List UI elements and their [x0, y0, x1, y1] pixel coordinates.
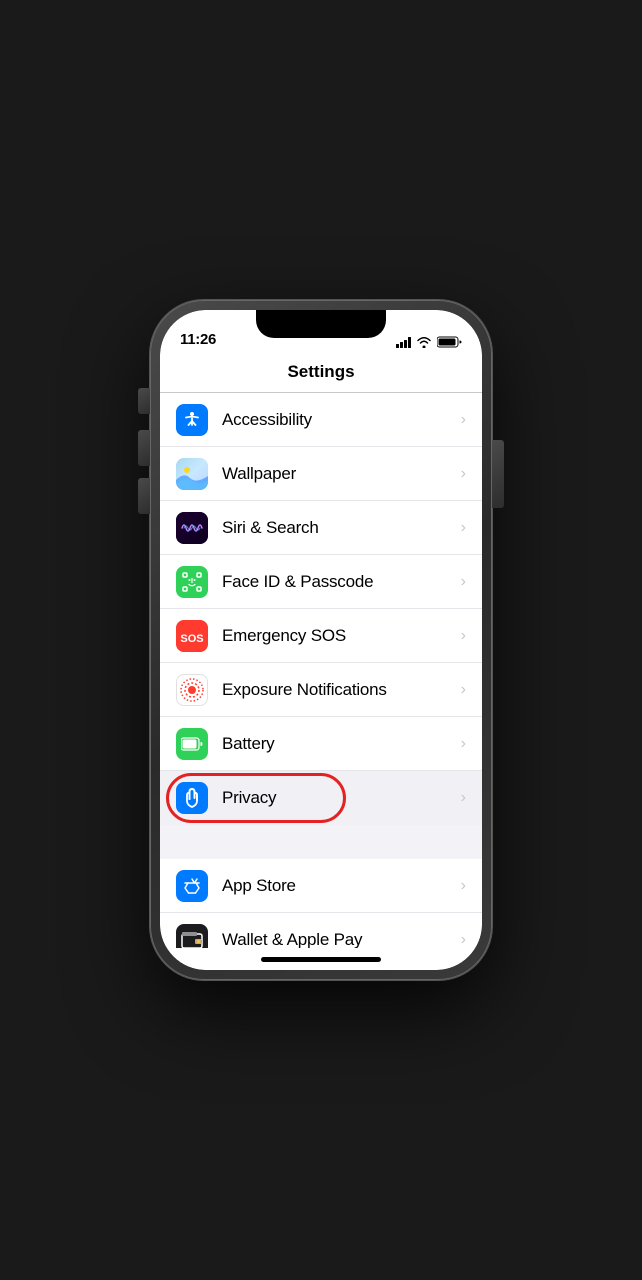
volume-down-button[interactable] — [138, 478, 150, 514]
siri-icon-wrapper — [176, 512, 208, 544]
accessibility-icon-wrapper — [176, 404, 208, 436]
settings-section-2: App Store › Wallet — [160, 859, 482, 948]
siri-label: Siri & Search — [222, 518, 453, 538]
settings-row-wallpaper[interactable]: Wallpaper › — [160, 447, 482, 501]
volume-up-button[interactable] — [138, 430, 150, 466]
page-title: Settings — [287, 362, 354, 381]
faceid-icon — [181, 571, 203, 593]
appstore-icon-wrapper — [176, 870, 208, 902]
wifi-icon — [416, 336, 432, 348]
chevron-icon: › — [461, 411, 466, 429]
home-bar — [261, 957, 381, 962]
chevron-icon: › — [461, 573, 466, 591]
accessibility-icon — [182, 410, 202, 430]
privacy-label: Privacy — [222, 788, 453, 808]
accessibility-label: Accessibility — [222, 410, 453, 430]
settings-row-wallet[interactable]: Wallet & Apple Pay › — [160, 913, 482, 948]
chevron-icon: › — [461, 789, 466, 807]
settings-row-accessibility[interactable]: Accessibility › — [160, 393, 482, 447]
settings-list[interactable]: Accessibility › — [160, 393, 482, 948]
faceid-icon-wrapper — [176, 566, 208, 598]
status-icons — [396, 336, 462, 348]
phone-frame: 11:26 — [150, 300, 492, 980]
privacy-icon — [182, 787, 202, 809]
home-indicator — [160, 948, 482, 970]
wallpaper-icon-wrapper — [176, 458, 208, 490]
wallet-label: Wallet & Apple Pay — [222, 930, 453, 948]
notch — [256, 310, 386, 338]
sos-label: Emergency SOS — [222, 626, 453, 646]
settings-row-sos[interactable]: SOS Emergency SOS › — [160, 609, 482, 663]
section-separator-1 — [160, 825, 482, 859]
settings-row-exposure[interactable]: Exposure Notifications › — [160, 663, 482, 717]
svg-text:SOS: SOS — [180, 633, 203, 645]
wallet-icon — [181, 931, 203, 948]
settings-row-siri[interactable]: Siri & Search › — [160, 501, 482, 555]
screen-content: 11:26 — [160, 310, 482, 970]
battery-setting-icon — [181, 737, 203, 751]
silent-switch[interactable] — [138, 388, 150, 414]
wallpaper-icon — [176, 458, 208, 490]
sos-icon-wrapper: SOS — [176, 620, 208, 652]
exposure-label: Exposure Notifications — [222, 680, 453, 700]
battery-icon — [437, 336, 462, 348]
exposure-icon-wrapper — [176, 674, 208, 706]
settings-section-1: Accessibility › — [160, 393, 482, 825]
sos-icon: SOS — [176, 620, 208, 652]
privacy-icon-wrapper — [176, 782, 208, 814]
settings-row-faceid[interactable]: Face ID & Passcode › — [160, 555, 482, 609]
signal-icon — [396, 337, 411, 348]
chevron-icon: › — [461, 931, 466, 948]
wallpaper-label: Wallpaper — [222, 464, 453, 484]
appstore-icon — [181, 875, 203, 897]
battery-label: Battery — [222, 734, 453, 754]
chevron-icon: › — [461, 735, 466, 753]
settings-row-battery[interactable]: Battery › — [160, 717, 482, 771]
settings-row-privacy[interactable]: Privacy › — [160, 771, 482, 825]
faceid-label: Face ID & Passcode — [222, 572, 453, 592]
battery-icon-wrapper — [176, 728, 208, 760]
settings-row-appstore[interactable]: App Store › — [160, 859, 482, 913]
power-button[interactable] — [492, 440, 504, 508]
nav-bar: Settings — [160, 354, 482, 393]
status-time: 11:26 — [180, 331, 216, 348]
chevron-icon: › — [461, 627, 466, 645]
exposure-icon — [178, 676, 206, 704]
wallet-icon-wrapper — [176, 924, 208, 948]
chevron-icon: › — [461, 519, 466, 537]
siri-icon — [176, 512, 208, 544]
phone-screen: 11:26 — [160, 310, 482, 970]
chevron-icon: › — [461, 681, 466, 699]
chevron-icon: › — [461, 465, 466, 483]
appstore-label: App Store — [222, 876, 453, 896]
chevron-icon: › — [461, 877, 466, 895]
